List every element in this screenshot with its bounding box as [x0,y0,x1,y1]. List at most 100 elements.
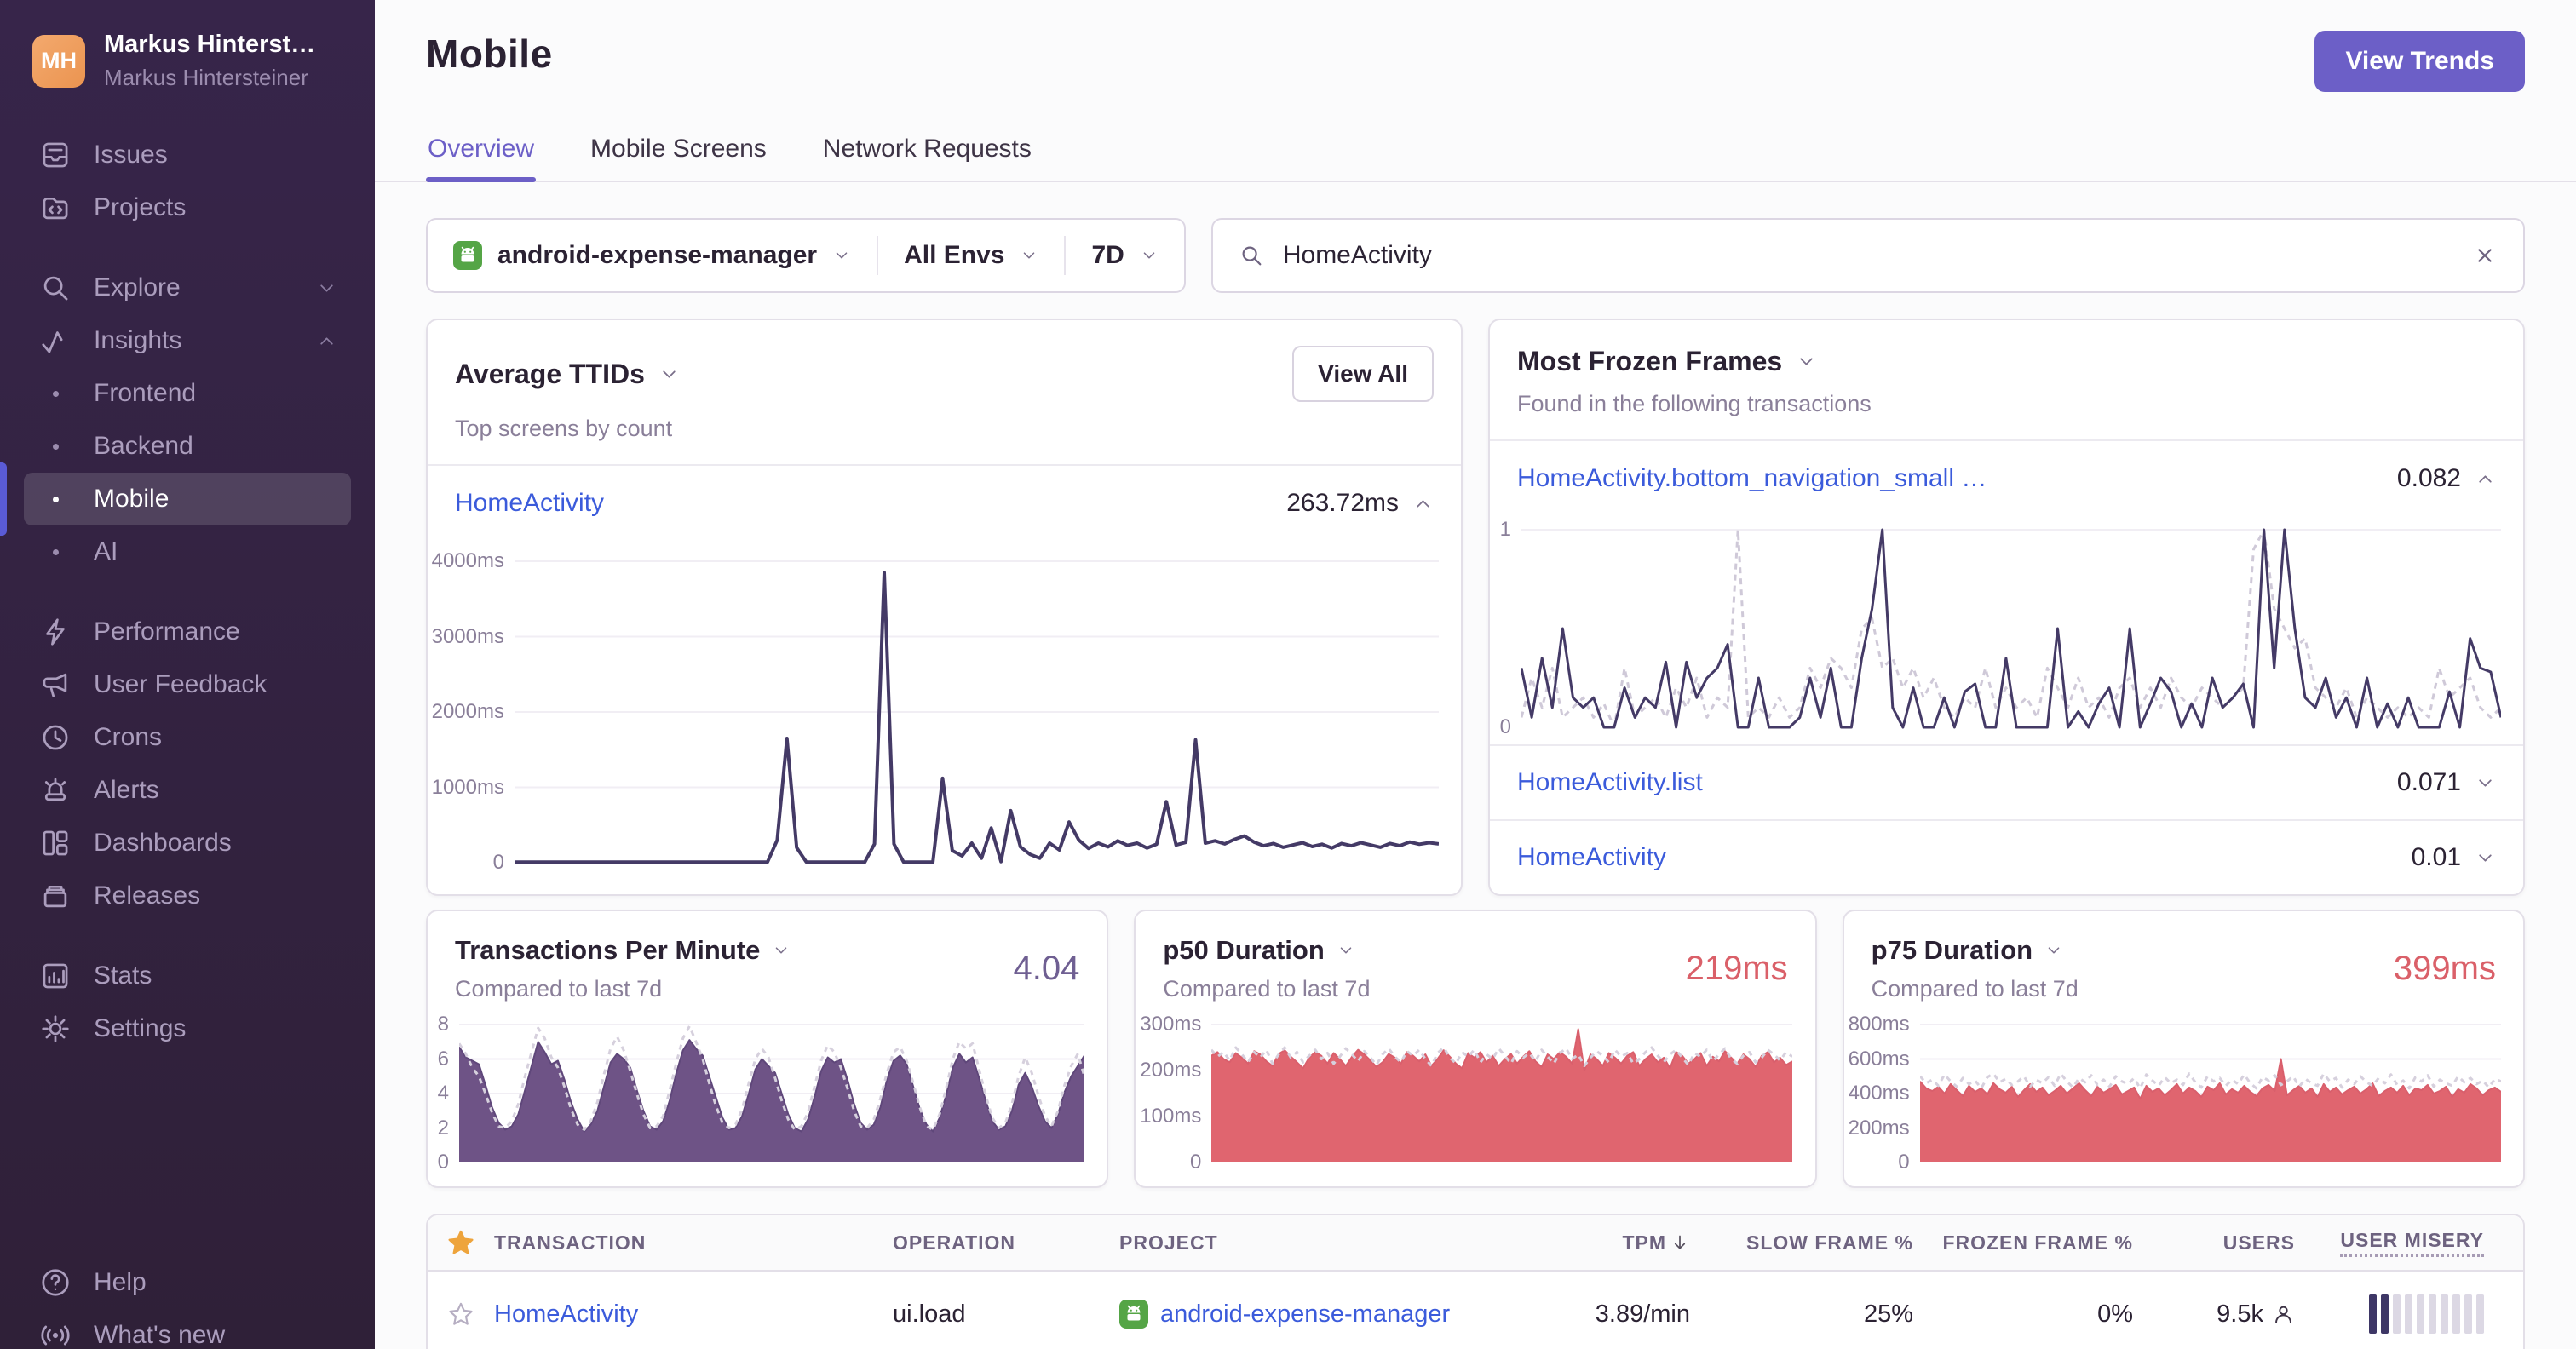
transaction-link[interactable]: HomeActivity [455,489,604,518]
column-header-users[interactable]: USERS [2133,1231,2295,1254]
metric-subtitle: Compared to last 7d [1871,976,2079,1002]
sidebar-item-label: Backend [94,432,193,460]
y-axis-tick-label: 0 [1898,1151,1910,1174]
project-filter[interactable]: android-expense-manager [428,220,877,291]
sidebar-item-issues[interactable]: Issues [24,129,351,181]
card-subtitle: Top screens by count [455,416,673,441]
y-axis-tick-label: 4 [437,1082,449,1105]
column-header-fav[interactable] [428,1229,494,1256]
y-axis-tick-label: 1 [1499,518,1511,541]
sidebar-item-insights-mobile[interactable]: Mobile [24,473,351,525]
frozen-transaction-row: HomeActivity.list 0.071 [1490,744,2523,819]
y-axis-tick-label: 4000ms [431,549,504,572]
sidebar-item-releases[interactable]: Releases [24,870,351,922]
sidebar-item-user-feedback[interactable]: User Feedback [24,658,351,711]
sidebar-item-insights[interactable]: Insights [24,314,351,367]
transaction-link[interactable]: HomeActivity [1517,843,1666,872]
metric-title-dropdown[interactable]: Transactions Per Minute [455,935,791,966]
clear-search-icon[interactable] [2472,243,2498,268]
view-all-button[interactable]: View All [1292,346,1434,402]
user-name: Markus Hinterst… [104,31,316,58]
sidebar-item-help[interactable]: Help [24,1256,351,1309]
view-trends-button[interactable]: View Trends [2314,31,2525,92]
card-subtitle: Found in the following transactions [1517,391,1872,416]
user-misery-bars [2295,1294,2523,1334]
tpm-chart: 8 6 4 2 0 [433,1013,1084,1174]
column-header-operation[interactable]: OPERATION [893,1231,1119,1254]
search-input[interactable] [1282,241,2453,270]
chevron-down-icon [2048,947,2060,954]
tpm-card: Transactions Per Minute Compared to last … [426,910,1109,1188]
sidebar-item-projects[interactable]: Projects [24,181,351,234]
collapse-chevron-up-icon[interactable] [2475,468,2496,490]
sidebar-item-label: Help [94,1268,147,1296]
chevron-down-icon [1340,947,1352,954]
sidebar-item-settings[interactable]: Settings [24,1002,351,1055]
frozen-frame-cell: 0% [2097,1300,2133,1328]
date-range-filter[interactable]: 7D [1066,220,1183,291]
p50-chart: 300ms 200ms 100ms 0 [1140,1013,1793,1174]
transaction-link[interactable]: HomeActivity.list [1517,768,1703,797]
ttid-chart-plot [515,560,1439,864]
dashboards-icon [43,830,68,856]
column-header-frozen[interactable]: FROZEN FRAME % [1913,1231,2133,1254]
android-platform-icon [453,241,482,270]
bullet-icon [39,496,72,502]
environment-filter[interactable]: All Envs [878,220,1064,291]
frozen-frames-title-dropdown[interactable]: Most Frozen Frames [1517,346,1817,377]
favorite-star-button[interactable] [428,1301,494,1327]
sidebar-item-label: Projects [94,193,187,221]
sidebar-item-insights-backend[interactable]: Backend [24,420,351,473]
y-axis-tick-label: 400ms [1848,1082,1910,1105]
metric-subtitle: Compared to last 7d [1163,976,1371,1002]
sidebar-item-performance[interactable]: Performance [24,606,351,658]
transactions-table: TRANSACTION OPERATION PROJECT TPM SLOW FRAME… [426,1214,2525,1349]
column-header-project[interactable]: PROJECT [1119,1231,1509,1254]
expand-chevron-down-icon[interactable] [2475,772,2496,794]
sidebar-item-label: Settings [94,1014,187,1042]
insights-icon [42,331,63,353]
project-link[interactable]: android-expense-manager [1160,1300,1450,1329]
y-axis-tick-label: 600ms [1848,1047,1910,1071]
org-user-menu[interactable]: MH Markus Hinterst… Markus Hintersteiner [0,0,375,112]
table-row: HomeActivity ui.load android-expense-manag… [428,1272,2523,1349]
p50-duration-card: p50 Duration Compared to last 7d 219ms 300m… [1134,910,1817,1188]
tab-network-requests[interactable]: Network Requests [821,124,1033,181]
star-outline-icon [449,1302,473,1325]
tab-overview[interactable]: Overview [426,124,537,182]
metric-title-dropdown[interactable]: p75 Duration [1872,935,2079,966]
frozen-frame-rate: 0.071 [2396,768,2461,796]
active-nav-indicator [0,462,7,536]
metric-title-dropdown[interactable]: p50 Duration [1163,935,1370,966]
sidebar-item-insights-ai[interactable]: AI [24,525,351,578]
collapse-chevron-up-icon[interactable] [1412,493,1434,514]
metric-title: p50 Duration [1163,935,1325,965]
average-ttids-title-dropdown[interactable]: Average TTIDs [455,359,680,390]
tab-mobile-screens[interactable]: Mobile Screens [589,124,768,181]
metric-value: 4.04 [1013,950,1080,987]
help-icon [42,1269,69,1296]
bullet-icon [39,548,72,555]
sidebar-item-stats[interactable]: Stats [24,950,351,1002]
sidebar-item-whats-new[interactable]: What's new [24,1309,351,1349]
sidebar-item-crons[interactable]: Crons [24,711,351,764]
sidebar-item-label: AI [94,537,118,565]
sidebar-item-alerts[interactable]: Alerts [24,764,351,817]
project-cell: android-expense-manager [1119,1300,1509,1329]
y-axis-tick-label: 1000ms [431,775,504,799]
sidebar-item-insights-frontend[interactable]: Frontend [24,367,351,420]
column-header-slow[interactable]: SLOW FRAME % [1690,1231,1913,1254]
whats-new-icon [41,1325,70,1346]
sidebar-item-explore[interactable]: Explore [24,261,351,314]
transaction-link[interactable]: HomeActivity [494,1300,638,1328]
column-header-misery[interactable]: USER MISERY [2295,1229,2523,1257]
column-header-tpm[interactable]: TPM [1509,1231,1690,1254]
column-header-transaction[interactable]: TRANSACTION [494,1231,893,1254]
sidebar-item-dashboards[interactable]: Dashboards [24,817,351,870]
chevron-down-icon [1143,252,1155,259]
sidebar-nav: Issues Projects Explore Insights Frontend Bac… [0,129,375,1055]
expand-chevron-down-icon[interactable] [2475,847,2496,869]
transaction-link[interactable]: HomeActivity.bottom_navigation_small … [1517,464,1987,493]
person-icon [2275,1306,2291,1323]
sidebar-item-label: User Feedback [94,670,267,698]
